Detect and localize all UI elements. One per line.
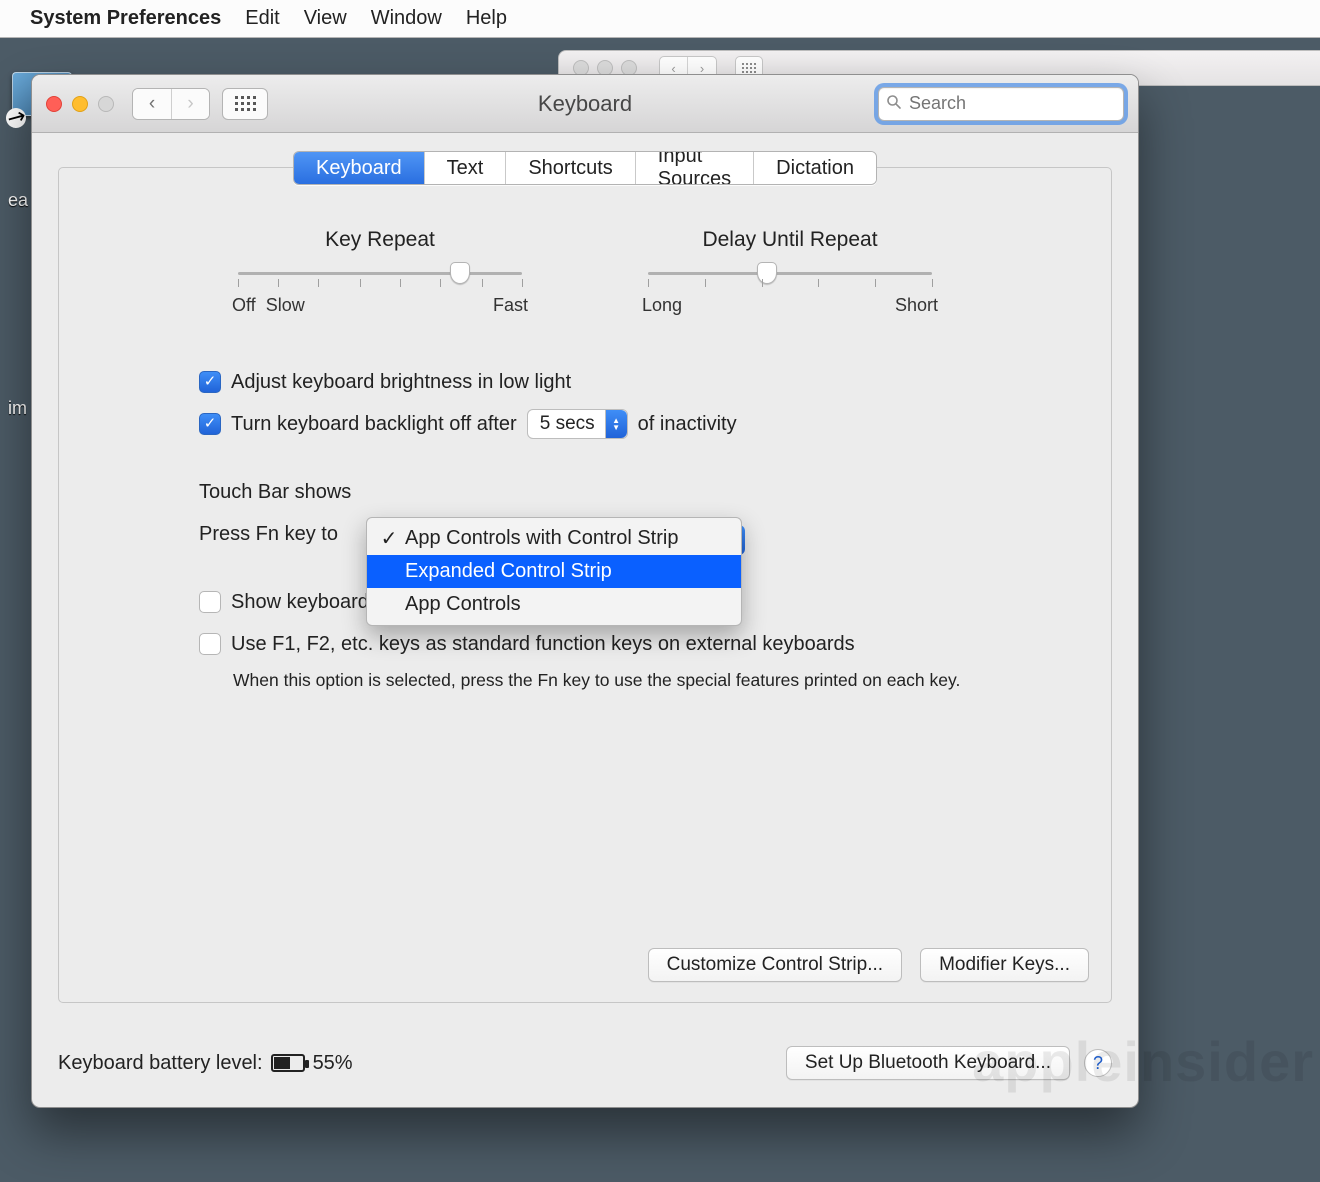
delay-repeat-slider[interactable] <box>648 272 932 275</box>
touchbar-option-expanded-strip[interactable]: Expanded Control Strip <box>367 555 741 588</box>
battery-icon <box>271 1054 305 1072</box>
key-repeat-title: Key Repeat <box>230 228 530 252</box>
battery-percent: 55% <box>313 1052 353 1075</box>
auto-brightness-label: Adjust keyboard brightness in low light <box>231 366 571 398</box>
key-repeat-fast: Fast <box>493 295 528 316</box>
menubar: System Preferences Edit View Window Help <box>0 0 1320 38</box>
show-emoji-checkbox[interactable] <box>199 591 221 613</box>
battery-label: Keyboard battery level: <box>58 1052 263 1075</box>
preferences-window: ‹ › Keyboard Keyboard Text Shortcuts Inp… <box>31 74 1139 1108</box>
modifier-keys-button[interactable]: Modifier Keys... <box>920 948 1089 982</box>
nav-back-forward: ‹ › <box>132 88 210 120</box>
titlebar: ‹ › Keyboard <box>32 75 1138 133</box>
backlight-off-label-before: Turn keyboard backlight off after <box>231 408 517 440</box>
menubar-window[interactable]: Window <box>371 7 442 30</box>
tab-dictation[interactable]: Dictation <box>754 152 876 184</box>
forward-button[interactable]: › <box>171 89 209 119</box>
tab-keyboard[interactable]: Keyboard <box>294 152 425 184</box>
checkmark-icon: ✓ <box>379 526 399 551</box>
key-repeat-slider[interactable] <box>238 272 522 275</box>
search-icon <box>886 94 902 115</box>
menubar-app[interactable]: System Preferences <box>30 7 221 30</box>
backlight-off-checkbox[interactable]: ✓ <box>199 413 221 435</box>
menubar-view[interactable]: View <box>304 7 347 30</box>
fn-keys-note: When this option is selected, press the … <box>233 666 1111 694</box>
touchbar-option-app-controls-strip[interactable]: ✓ App Controls with Control Strip <box>367 522 741 555</box>
delay-long: Long <box>642 295 682 316</box>
auto-brightness-checkbox[interactable]: ✓ <box>199 371 221 393</box>
delay-repeat-title: Delay Until Repeat <box>640 228 940 252</box>
touchbar-shows-label: Touch Bar shows <box>199 476 351 508</box>
backlight-off-label-after: of inactivity <box>638 408 737 440</box>
desktop-label-1: ea <box>8 190 28 211</box>
back-button[interactable]: ‹ <box>133 89 171 119</box>
option-label: Expanded Control Strip <box>405 560 612 583</box>
slider-ticks <box>648 279 932 291</box>
select-stepper-icon: ▲▼ <box>605 410 627 438</box>
key-repeat-slow: Slow <box>266 295 305 315</box>
menubar-help[interactable]: Help <box>466 7 507 30</box>
press-fn-label: Press Fn key to <box>199 518 338 550</box>
key-repeat-off: Off <box>232 295 256 315</box>
customize-control-strip-button[interactable]: Customize Control Strip... <box>648 948 902 982</box>
tab-shortcuts[interactable]: Shortcuts <box>506 152 635 184</box>
backlight-timeout-value: 5 secs <box>540 409 605 439</box>
fn-keys-checkbox[interactable] <box>199 633 221 655</box>
tab-text[interactable]: Text <box>425 152 507 184</box>
slider-ticks <box>238 279 522 291</box>
minimize-button[interactable] <box>72 96 88 112</box>
grid-icon <box>235 96 256 111</box>
delay-short: Short <box>895 295 938 316</box>
option-label: App Controls with Control Strip <box>405 527 678 550</box>
tab-input-sources[interactable]: Input Sources <box>636 152 754 184</box>
help-button[interactable]: ? <box>1084 1049 1112 1077</box>
fn-keys-label: Use F1, F2, etc. keys as standard functi… <box>231 628 855 660</box>
zoom-button[interactable] <box>98 96 114 112</box>
desktop-label-2: im <box>8 398 27 419</box>
search-input[interactable] <box>878 87 1124 121</box>
alias-arrow-icon: ↗ <box>2 104 29 131</box>
tab-bar: Keyboard Text Shortcuts Input Sources Di… <box>293 151 877 185</box>
close-button[interactable] <box>46 96 62 112</box>
key-repeat-section: Key Repeat Off Slow Fast <box>230 228 530 316</box>
delay-repeat-section: Delay Until Repeat Long Short <box>640 228 940 316</box>
show-all-button[interactable] <box>222 88 268 120</box>
keyboard-panel: Keyboard Text Shortcuts Input Sources Di… <box>58 167 1112 1003</box>
setup-bluetooth-button[interactable]: Set Up Bluetooth Keyboard... <box>786 1046 1070 1080</box>
menubar-edit[interactable]: Edit <box>245 7 279 30</box>
touchbar-option-app-controls[interactable]: App Controls <box>367 588 741 621</box>
traffic-lights <box>46 96 114 112</box>
option-label: App Controls <box>405 593 521 616</box>
touchbar-shows-menu: ✓ App Controls with Control Strip Expand… <box>366 517 742 626</box>
window-footer: Keyboard battery level: 55% Set Up Bluet… <box>32 1033 1138 1107</box>
backlight-timeout-select[interactable]: 5 secs ▲▼ <box>527 409 628 439</box>
